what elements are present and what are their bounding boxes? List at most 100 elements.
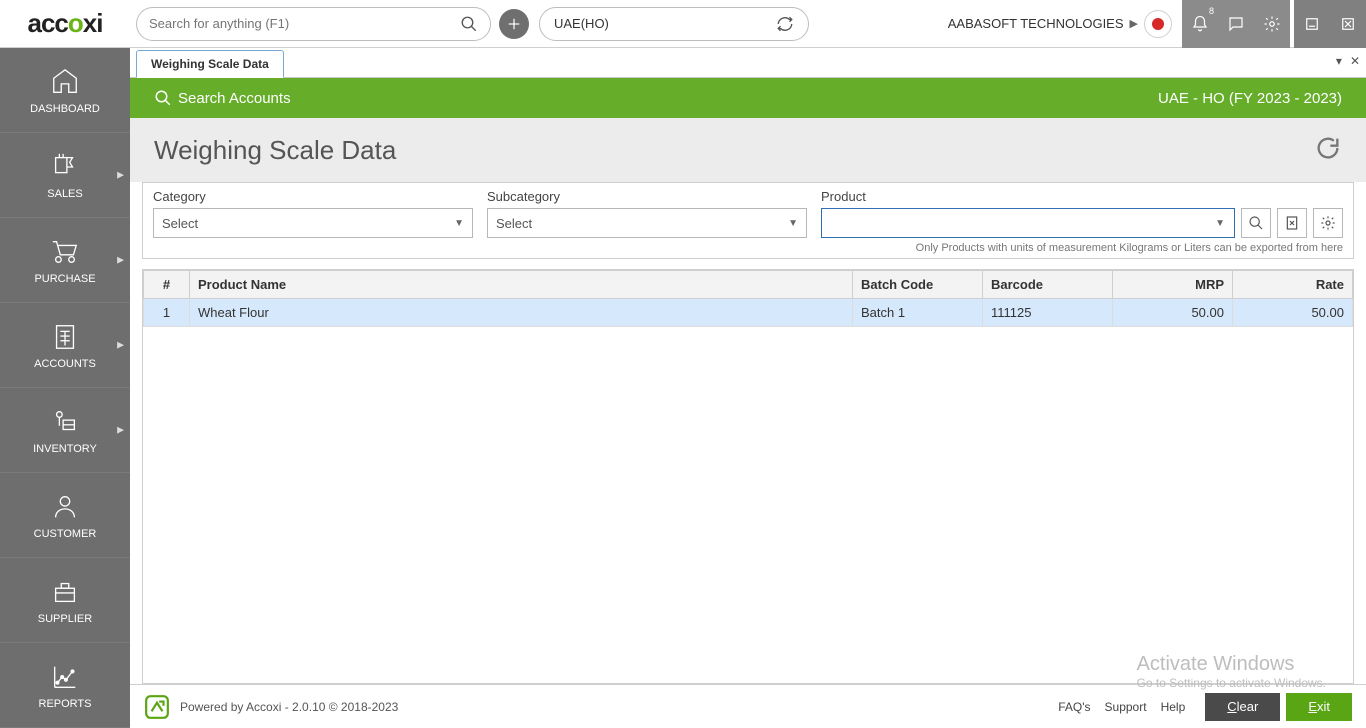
subcategory-label: Subcategory <box>487 189 807 204</box>
product-search-button[interactable] <box>1241 208 1271 238</box>
sidebar-item-label: ACCOUNTS <box>34 358 96 370</box>
exit-button[interactable]: Exit <box>1286 693 1352 721</box>
sidebar-item-label: SALES <box>47 188 82 200</box>
fiscal-context: UAE - HO (FY 2023 - 2023) <box>1158 90 1342 107</box>
accoxi-mark-icon <box>144 694 170 720</box>
footer: Powered by Accoxi - 2.0.10 © 2018-2023 F… <box>130 684 1366 728</box>
category-label: Category <box>153 189 473 204</box>
sidebar-item-label: PURCHASE <box>34 273 95 285</box>
sales-icon <box>50 150 80 184</box>
status-indicator[interactable] <box>1144 10 1172 38</box>
inventory-icon <box>50 405 80 439</box>
product-label: Product <box>821 189 1343 204</box>
global-search-input[interactable] <box>149 16 460 31</box>
col-name[interactable]: Product Name <box>190 271 853 299</box>
search-accounts-link[interactable]: Search Accounts <box>178 90 291 107</box>
company-name[interactable]: AABASOFT TECHNOLOGIES <box>948 16 1130 31</box>
cell-batch: Batch 1 <box>853 299 983 327</box>
location-value: UAE(HO) <box>554 16 776 31</box>
filter-panel: Category Select▼ Subcategory Select▼ Pro… <box>142 182 1354 259</box>
category-select[interactable]: Select▼ <box>153 208 473 238</box>
sidebar-item-label: CUSTOMER <box>34 528 97 540</box>
supplier-icon <box>50 575 80 609</box>
plus-icon <box>505 15 523 33</box>
sidebar-item-label: INVENTORY <box>33 443 97 455</box>
table-row[interactable]: 1Wheat FlourBatch 111112550.0050.00 <box>144 299 1353 327</box>
cell-product-name: Wheat Flour <box>190 299 853 327</box>
sidebar-item-purchase[interactable]: PURCHASE ▶ <box>0 218 130 303</box>
exit-label: xit <box>1317 699 1330 714</box>
sidebar-item-dashboard[interactable]: DASHBOARD <box>0 48 130 133</box>
chevron-right-icon: ▶ <box>117 425 124 436</box>
close-button[interactable] <box>1330 0 1366 48</box>
chevron-right-icon: ▶ <box>117 255 124 266</box>
search-icon <box>154 89 172 107</box>
accounts-icon <box>50 320 80 354</box>
tab-strip: Weighing Scale Data ▾ ✕ <box>130 48 1366 78</box>
customer-icon <box>50 490 80 524</box>
product-input[interactable] <box>821 208 1235 238</box>
top-bar: accoxi UAE(HO) AABASOFT TECHNOLOGIES ▶ <box>0 0 1366 48</box>
filter-settings-button[interactable] <box>1313 208 1343 238</box>
sidebar-item-inventory[interactable]: INVENTORY ▶ <box>0 388 130 473</box>
sidebar: DASHBOARDSALES▶PURCHASE▶ACCOUNTS▶INVENTO… <box>0 48 130 728</box>
subcategory-select[interactable]: Select▼ <box>487 208 807 238</box>
results-table-wrap: # Product Name Batch Code Barcode MRP Ra… <box>142 269 1354 684</box>
sidebar-item-label: SUPPLIER <box>38 613 92 625</box>
notifications-button[interactable] <box>1182 0 1218 48</box>
main-area: Weighing Scale Data ▾ ✕ Search Accounts … <box>130 48 1366 728</box>
help-link[interactable]: Help <box>1161 700 1186 714</box>
chevron-right-icon: ▶ <box>1130 17 1144 30</box>
footer-powered: Powered by Accoxi - 2.0.10 © 2018-2023 <box>180 700 398 714</box>
col-rate[interactable]: Rate <box>1233 271 1353 299</box>
page-title: Weighing Scale Data <box>154 135 396 166</box>
sidebar-item-label: DASHBOARD <box>30 103 100 115</box>
refresh-button[interactable] <box>1314 134 1342 167</box>
sidebar-item-reports[interactable]: REPORTS <box>0 643 130 728</box>
messages-button[interactable] <box>1218 0 1254 48</box>
reports-icon <box>50 660 80 694</box>
col-mrp[interactable]: MRP <box>1113 271 1233 299</box>
chevron-right-icon: ▶ <box>117 170 124 181</box>
window-controls <box>1294 0 1366 48</box>
cell-rate: 50.00 <box>1233 299 1353 327</box>
tab-close-icon[interactable]: ✕ <box>1350 54 1360 68</box>
purchase-icon <box>50 235 80 269</box>
clear-button[interactable]: Clear <box>1205 693 1280 721</box>
refresh-icon <box>1314 134 1342 162</box>
page-header: Weighing Scale Data <box>130 118 1366 182</box>
dashboard-icon <box>50 65 80 99</box>
sidebar-item-accounts[interactable]: ACCOUNTS ▶ <box>0 303 130 388</box>
app-logo: accoxi <box>0 0 130 48</box>
search-icon <box>460 15 478 33</box>
support-link[interactable]: Support <box>1105 700 1147 714</box>
col-index[interactable]: # <box>144 271 190 299</box>
cell-index: 1 <box>144 299 190 327</box>
col-barcode[interactable]: Barcode <box>983 271 1113 299</box>
sidebar-item-supplier[interactable]: SUPPLIER <box>0 558 130 643</box>
cell-barcode: 111125 <box>983 299 1113 327</box>
chat-icon <box>1227 15 1245 33</box>
bell-icon <box>1191 15 1209 33</box>
cell-mrp: 50.00 <box>1113 299 1233 327</box>
chevron-right-icon: ▶ <box>117 340 124 351</box>
sidebar-item-customer[interactable]: CUSTOMER <box>0 473 130 558</box>
clear-label: lear <box>1237 699 1259 714</box>
filter-hint: Only Products with units of measurement … <box>153 242 1343 254</box>
tab-menu-icon[interactable]: ▾ <box>1336 54 1342 68</box>
global-search[interactable] <box>136 7 491 41</box>
search-icon <box>1248 215 1264 231</box>
location-selector[interactable]: UAE(HO) <box>539 7 809 41</box>
faq-link[interactable]: FAQ's <box>1058 700 1090 714</box>
chevron-down-icon[interactable]: ▼ <box>1215 218 1225 229</box>
export-icon <box>1284 215 1300 231</box>
minimize-button[interactable] <box>1294 0 1330 48</box>
settings-button[interactable] <box>1254 0 1290 48</box>
minimize-icon <box>1303 15 1321 33</box>
tab-weighing-scale[interactable]: Weighing Scale Data <box>136 50 284 78</box>
col-batch[interactable]: Batch Code <box>853 271 983 299</box>
add-button[interactable] <box>499 9 529 39</box>
sidebar-item-sales[interactable]: SALES ▶ <box>0 133 130 218</box>
export-button[interactable] <box>1277 208 1307 238</box>
results-table: # Product Name Batch Code Barcode MRP Ra… <box>143 270 1353 327</box>
